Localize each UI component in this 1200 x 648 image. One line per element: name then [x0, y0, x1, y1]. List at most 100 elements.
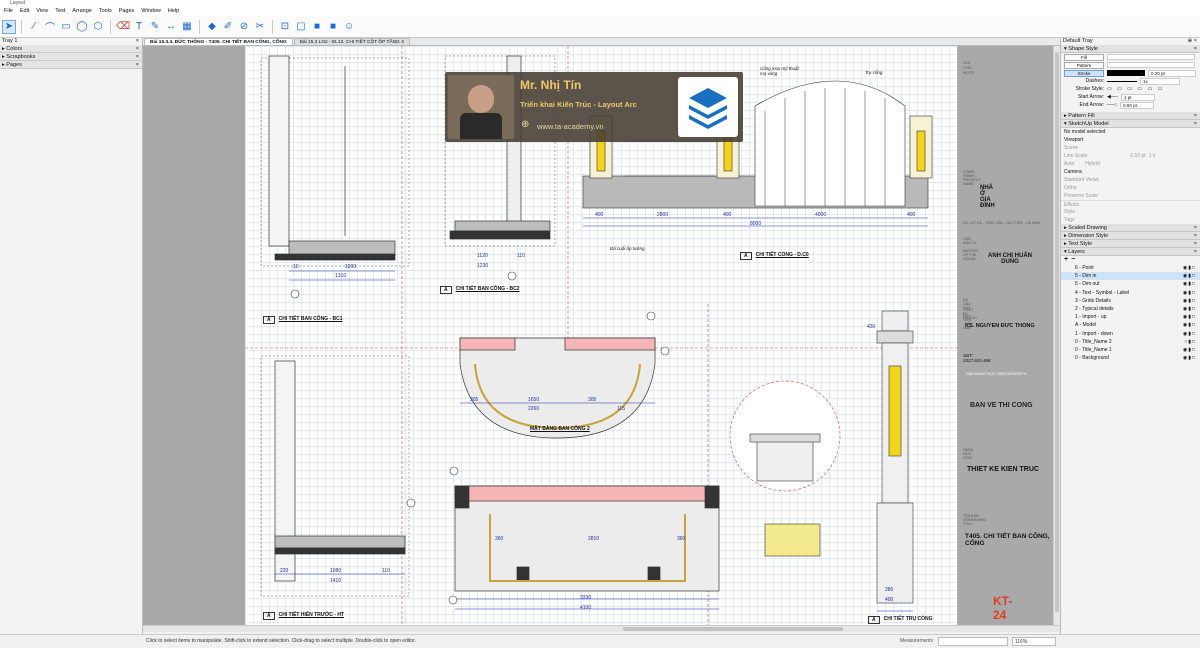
layer-item[interactable]: 0 - Title_Name 2 ○▮□ — [1061, 338, 1200, 346]
style-section[interactable]: Style — [1064, 208, 1075, 216]
layer-visibility-icon[interactable]: ◉▮□ — [1183, 305, 1196, 313]
layer-item[interactable]: 6 - Point ◉▮□ — [1061, 264, 1200, 272]
start-arrow-size[interactable]: 1 pt — [1120, 93, 1155, 101]
tray-section-pages[interactable]: ▸ Pages × — [0, 61, 142, 69]
document-icon[interactable]: ■ — [326, 20, 340, 34]
layer-item[interactable]: 0 - Background ◉▮□ — [1061, 354, 1200, 362]
close-icon[interactable]: × — [136, 45, 139, 52]
tab-active-document[interactable]: Bài 15.3.4. ĐỨC THÔNG - T405. CHI TIẾT B… — [144, 38, 293, 45]
layer-visibility-icon[interactable]: ◉▮□ — [1183, 289, 1196, 297]
stroke-width-field[interactable]: 0.20 pt — [1148, 69, 1196, 77]
layer-visibility-icon[interactable]: ◉▮□ — [1183, 280, 1196, 288]
fill-button[interactable]: Fill — [1064, 53, 1104, 61]
zoom-select[interactable]: 116% — [1012, 637, 1056, 646]
stroke-button[interactable]: Stroke — [1064, 69, 1104, 77]
line-scale-value[interactable]: 0.10 pt — [1130, 152, 1145, 160]
close-icon[interactable]: × — [1194, 224, 1197, 231]
menu-file[interactable]: File — [2, 7, 15, 16]
auto-checkbox[interactable]: Auto — [1064, 160, 1074, 168]
render-mode-select[interactable]: Hybrid — [1085, 160, 1099, 168]
panel-dimension-style[interactable]: ▸ Dimension Style × — [1061, 232, 1200, 240]
sample-tool-icon[interactable]: ⊘ — [237, 20, 251, 34]
eraser-tool-icon[interactable]: ⌫ — [116, 20, 130, 34]
scrollbar-thumb[interactable] — [623, 627, 843, 631]
layer-visibility-icon[interactable]: ◉▮□ — [1183, 297, 1196, 305]
layer-visibility-icon[interactable]: ○▮□ — [1184, 338, 1196, 346]
pattern-swatch[interactable] — [1107, 62, 1195, 68]
menu-edit[interactable]: Edit — [18, 7, 31, 16]
line-scale-multiplier[interactable]: 1 x — [1149, 152, 1156, 160]
close-icon[interactable]: × — [1194, 112, 1197, 119]
tray-section-colors[interactable]: ▸ Colors × — [0, 45, 142, 53]
measurements-field[interactable] — [938, 637, 1008, 646]
layer-visibility-icon[interactable]: ◉▮□ — [1183, 272, 1196, 280]
style-tool-icon[interactable]: ✐ — [221, 20, 235, 34]
layer-item[interactable]: A - Model ◉▮□ — [1061, 321, 1200, 329]
text-tool-icon[interactable]: T — [132, 20, 146, 34]
panel-text-style[interactable]: ▸ Text Style × — [1061, 240, 1200, 248]
line-tool-icon[interactable]: ∕ — [27, 20, 41, 34]
dimension-tool-icon[interactable]: ↔ — [164, 20, 178, 34]
split-tool-icon[interactable]: ✂ — [253, 20, 267, 34]
layer-item-active[interactable]: 5 - Dim in ◉▮□ — [1061, 272, 1200, 281]
new-page-icon[interactable]: ▢ — [294, 20, 308, 34]
layer-visibility-icon[interactable]: ◉▮□ — [1183, 354, 1196, 362]
preserve-scale-checkbox[interactable]: Preserve Scale — [1064, 192, 1098, 200]
arrow-circle-icon[interactable]: ──○ — [1107, 101, 1117, 109]
close-icon[interactable]: × — [1194, 248, 1197, 255]
menu-arrange[interactable]: Arrange — [70, 7, 94, 16]
paper-sheet[interactable]: 1200 1310 10 A CHI TIẾT BAN CÔNG - BC1 1… — [245, 46, 1050, 625]
layer-visibility-icon[interactable]: ◉▮□ — [1183, 330, 1196, 338]
pin-icon[interactable]: ⊕ × — [1188, 38, 1197, 45]
layer-item[interactable]: 5 - Dim out ◉▮□ — [1061, 280, 1200, 288]
stroke-cap-icon[interactable]: ▭ ▭ ▭ ▭ ▭ ▭ — [1107, 85, 1164, 93]
table-tool-icon[interactable]: ▦ — [180, 20, 194, 34]
page-icon[interactable]: ■ — [310, 20, 324, 34]
layer-item[interactable]: 3 - Grids Details ◉▮□ — [1061, 297, 1200, 305]
close-icon[interactable]: × — [1194, 232, 1197, 239]
ortho-checkbox[interactable]: Ortho — [1064, 184, 1077, 192]
menu-text[interactable]: Text — [53, 7, 67, 16]
layer-item[interactable]: 2 - Typical details ◉▮□ — [1061, 305, 1200, 313]
tray-section-scrapbooks[interactable]: ▸ Scrapbooks × — [0, 53, 142, 61]
close-icon[interactable]: × — [1194, 120, 1197, 127]
panel-scaled-drawing[interactable]: ▸ Scaled Drawing × — [1061, 224, 1200, 232]
panel-layers[interactable]: ▾ Layers × — [1061, 248, 1200, 256]
panel-sketchup-model[interactable]: ▾ SketchUp Model × — [1061, 120, 1200, 128]
menu-help[interactable]: Help — [166, 7, 181, 16]
rectangle-tool-icon[interactable]: ▭ — [59, 20, 73, 34]
arc-tool-icon[interactable]: ⌒ — [43, 20, 57, 34]
screen-icon[interactable]: ⊡ — [278, 20, 292, 34]
tags-section[interactable]: Tags — [1064, 216, 1075, 224]
polygon-tool-icon[interactable]: ⬡ — [91, 20, 105, 34]
layer-item[interactable]: 4 - Text - Symbol - Label ◉▮□ — [1061, 289, 1200, 297]
close-icon[interactable]: × — [136, 38, 139, 45]
layer-visibility-icon[interactable]: ◉▮□ — [1183, 346, 1196, 354]
horizontal-scrollbar[interactable] — [143, 625, 1060, 632]
tab-second-document[interactable]: Bài 15.3 LO2 - EL13. CHI TIẾT CỘT ỐP TẦN… — [293, 38, 410, 45]
label-tool-icon[interactable]: ✎ — [148, 20, 162, 34]
panel-pattern-fill[interactable]: ▸ Pattern Fill × — [1061, 112, 1200, 120]
circle-tool-icon[interactable]: ◯ — [75, 20, 89, 34]
dash-preview[interactable] — [1107, 80, 1137, 82]
panel-shape-style[interactable]: ▾ Shape Style × — [1061, 45, 1200, 53]
pattern-button[interactable]: Pattern — [1064, 61, 1104, 69]
layer-item[interactable]: 0 - Title_Name 1 ◉▮□ — [1061, 346, 1200, 354]
layer-item[interactable]: 1 - Import - down ◉▮□ — [1061, 330, 1200, 338]
stroke-swatch[interactable] — [1107, 70, 1145, 76]
dash-scale-field[interactable]: 1x — [1140, 77, 1180, 85]
menu-tools[interactable]: Tools — [97, 7, 114, 16]
menu-view[interactable]: View — [34, 7, 50, 16]
select-tool-icon[interactable]: ➤ — [2, 19, 16, 34]
close-icon[interactable]: × — [136, 53, 139, 60]
close-icon[interactable]: × — [1194, 45, 1197, 52]
layer-visibility-icon[interactable]: ◉▮□ — [1183, 313, 1196, 321]
paint-bucket-icon[interactable]: ◆ — [205, 20, 219, 34]
fill-swatch[interactable] — [1107, 54, 1195, 60]
drawing-canvas[interactable]: 1200 1310 10 A CHI TIẾT BAN CÔNG - BC1 1… — [143, 46, 1060, 625]
end-arrow-size[interactable]: 0.50 pt — [1120, 101, 1155, 109]
arrow-left-icon[interactable]: ◀── — [1107, 93, 1118, 101]
layer-visibility-icon[interactable]: ◉▮□ — [1183, 321, 1196, 329]
vertical-scrollbar[interactable] — [1053, 46, 1060, 625]
layer-item[interactable]: 1 - Import - up ◉▮□ — [1061, 313, 1200, 321]
